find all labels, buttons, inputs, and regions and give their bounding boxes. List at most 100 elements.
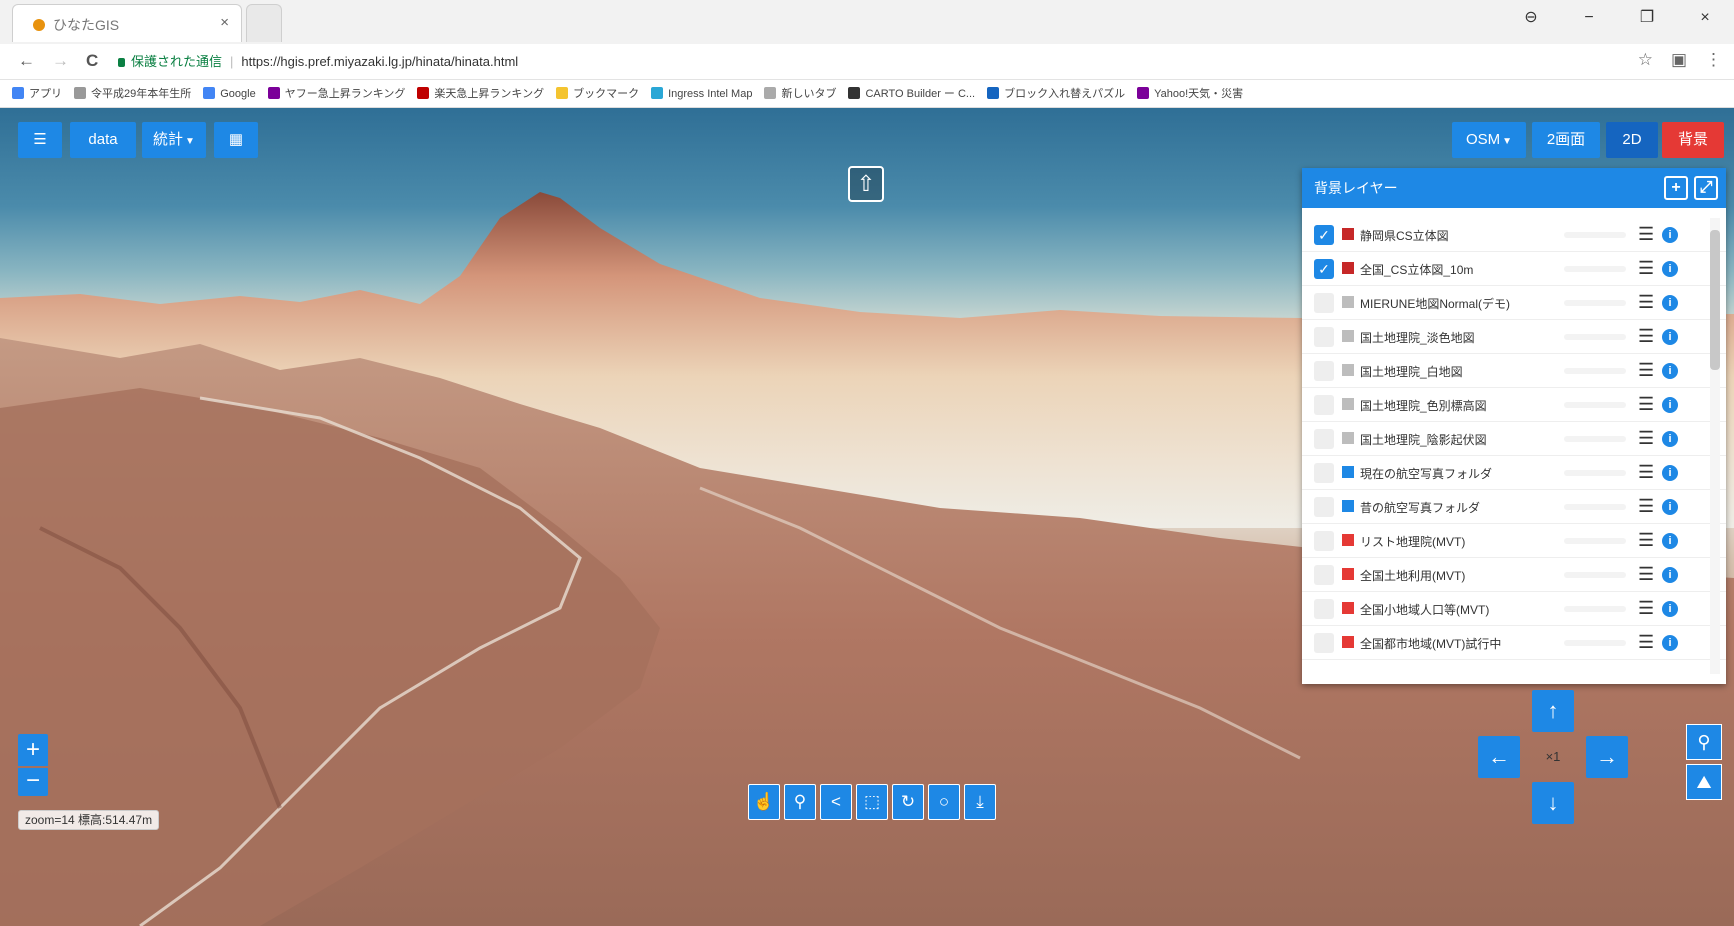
layer-checkbox[interactable]: ✓: [1314, 259, 1334, 279]
layer-row[interactable]: MIERUNE地図Normal(デモ) ☰ i: [1302, 286, 1726, 320]
layer-row[interactable]: 全国都市地域(MVT)試行中 ☰ i: [1302, 626, 1726, 660]
info-icon[interactable]: i: [1662, 397, 1678, 413]
menu-button[interactable]: ☰: [18, 122, 62, 158]
opacity-slider[interactable]: [1564, 300, 1626, 306]
bookmark-item[interactable]: Google: [203, 80, 256, 107]
hand-pointer-icon[interactable]: ☝: [748, 784, 780, 820]
info-icon[interactable]: i: [1662, 635, 1678, 651]
north-arrow-icon[interactable]: ⇧: [848, 166, 884, 202]
bookmark-item[interactable]: Yahoo!天気・災害: [1137, 80, 1243, 107]
opacity-slider[interactable]: [1564, 572, 1626, 578]
layer-checkbox[interactable]: [1314, 463, 1334, 483]
layer-menu-icon[interactable]: ☰: [1638, 530, 1654, 551]
layer-row[interactable]: リスト地理院(MVT) ☰ i: [1302, 524, 1726, 558]
layer-menu-icon[interactable]: ☰: [1638, 360, 1654, 381]
layer-checkbox[interactable]: [1314, 293, 1334, 313]
browser-tab-active[interactable]: ひなたGIS ×: [12, 4, 242, 42]
location-pin-icon[interactable]: ⚲: [1686, 724, 1722, 760]
bookmark-item[interactable]: ブックマーク: [556, 80, 639, 107]
info-icon[interactable]: i: [1662, 567, 1678, 583]
opacity-slider[interactable]: [1564, 640, 1626, 646]
info-icon[interactable]: i: [1662, 227, 1678, 243]
layer-checkbox[interactable]: ✓: [1314, 225, 1334, 245]
info-icon[interactable]: i: [1662, 363, 1678, 379]
bookmark-item[interactable]: 新しいタブ: [764, 80, 836, 107]
split-screen-button[interactable]: 2画面: [1532, 122, 1600, 158]
scroll-thumb[interactable]: [1710, 230, 1720, 370]
stats-dropdown[interactable]: 統計 ▼: [142, 122, 206, 158]
bookmark-item[interactable]: ブロック入れ替えパズル: [987, 80, 1125, 107]
layer-menu-icon[interactable]: ☰: [1638, 224, 1654, 245]
layer-menu-icon[interactable]: ☰: [1638, 564, 1654, 585]
zoom-in-button[interactable]: +: [18, 734, 48, 766]
2d-mode-button[interactable]: 2D: [1606, 122, 1658, 158]
extension-icon[interactable]: ▣: [1671, 50, 1687, 70]
layer-row[interactable]: 国土地理院_陰影起伏図 ☰ i: [1302, 422, 1726, 456]
new-tab-button[interactable]: [246, 4, 282, 42]
layer-menu-icon[interactable]: ☰: [1638, 632, 1654, 653]
opacity-slider[interactable]: [1564, 606, 1626, 612]
polygon-icon[interactable]: ⬚: [856, 784, 888, 820]
download-icon[interactable]: ⤓: [964, 784, 996, 820]
reload-icon[interactable]: C: [86, 51, 98, 71]
layer-row[interactable]: 全国小地域人口等(MVT) ☰ i: [1302, 592, 1726, 626]
info-icon[interactable]: i: [1662, 533, 1678, 549]
add-layer-icon[interactable]: +: [1664, 176, 1688, 200]
layer-menu-icon[interactable]: ☰: [1638, 292, 1654, 313]
layer-checkbox[interactable]: [1314, 361, 1334, 381]
info-icon[interactable]: i: [1662, 261, 1678, 277]
opacity-slider[interactable]: [1564, 334, 1626, 340]
bookmark-item[interactable]: CARTO Builder ー C...: [848, 80, 975, 107]
pan-up-button[interactable]: ↑: [1532, 690, 1574, 732]
forward-icon[interactable]: →: [52, 51, 69, 71]
info-icon[interactable]: i: [1662, 329, 1678, 345]
browser-menu-icon[interactable]: ⋮: [1705, 50, 1722, 70]
pan-right-button[interactable]: →: [1586, 736, 1628, 778]
bookmark-item[interactable]: 令平成29年本年生所: [74, 80, 191, 107]
speed-label[interactable]: ×1: [1522, 740, 1584, 774]
layer-scrollbar[interactable]: [1710, 218, 1720, 674]
info-icon[interactable]: i: [1662, 499, 1678, 515]
layer-menu-icon[interactable]: ☰: [1638, 428, 1654, 449]
info-icon[interactable]: i: [1662, 295, 1678, 311]
opacity-slider[interactable]: [1564, 368, 1626, 374]
map-3d-view[interactable]: ☰ data 統計 ▼ ▦ OSM ▼ 2画面 2D 背景 ⇧ 背景レイヤー + ⤢…: [0, 108, 1734, 926]
bookmark-item[interactable]: ヤフー急上昇ランキング: [267, 80, 405, 107]
pin-icon[interactable]: ⚲: [784, 784, 816, 820]
url-text[interactable]: https://hgis.pref.miyazaki.lg.jp/hinata/…: [241, 54, 518, 69]
layer-checkbox[interactable]: [1314, 599, 1334, 619]
tab-close-icon[interactable]: ×: [220, 14, 229, 31]
close-window-button[interactable]: ×: [1676, 0, 1734, 36]
layer-menu-icon[interactable]: ☰: [1638, 326, 1654, 347]
restore-button[interactable]: ❐: [1618, 0, 1676, 36]
background-button[interactable]: 背景: [1662, 122, 1724, 158]
minimize-button[interactable]: −: [1560, 0, 1618, 36]
layer-row[interactable]: 現在の航空写真フォルダ ☰ i: [1302, 456, 1726, 490]
pan-down-button[interactable]: ↓: [1532, 782, 1574, 824]
bookmark-item[interactable]: Ingress Intel Map: [651, 80, 752, 107]
maximize-icon[interactable]: ⤢: [1694, 176, 1718, 200]
bookmark-item[interactable]: アプリ: [12, 80, 62, 107]
info-icon[interactable]: i: [1662, 601, 1678, 617]
layer-checkbox[interactable]: [1314, 497, 1334, 517]
opacity-slider[interactable]: [1564, 232, 1626, 238]
layer-row[interactable]: ✓ 全国_CS立体図_10m ☰ i: [1302, 252, 1726, 286]
opacity-slider[interactable]: [1564, 402, 1626, 408]
back-icon[interactable]: ←: [18, 51, 35, 71]
zoom-out-button[interactable]: −: [18, 768, 48, 796]
layer-menu-icon[interactable]: ☰: [1638, 496, 1654, 517]
layer-checkbox[interactable]: [1314, 633, 1334, 653]
layer-row[interactable]: 国土地理院_淡色地図 ☰ i: [1302, 320, 1726, 354]
rotate-icon[interactable]: ↻: [892, 784, 924, 820]
circle-icon[interactable]: ○: [928, 784, 960, 820]
layer-menu-icon[interactable]: ☰: [1638, 258, 1654, 279]
layer-checkbox[interactable]: [1314, 395, 1334, 415]
layer-row[interactable]: 国土地理院_色別標高図 ☰ i: [1302, 388, 1726, 422]
osm-dropdown[interactable]: OSM ▼: [1452, 122, 1526, 158]
account-icon[interactable]: ⊖: [1502, 0, 1560, 36]
layer-row[interactable]: 全国土地利用(MVT) ☰ i: [1302, 558, 1726, 592]
opacity-slider[interactable]: [1564, 436, 1626, 442]
bookmark-item[interactable]: 楽天急上昇ランキング: [417, 80, 544, 107]
share-icon[interactable]: <: [820, 784, 852, 820]
bookmark-star-icon[interactable]: ☆: [1638, 50, 1653, 70]
